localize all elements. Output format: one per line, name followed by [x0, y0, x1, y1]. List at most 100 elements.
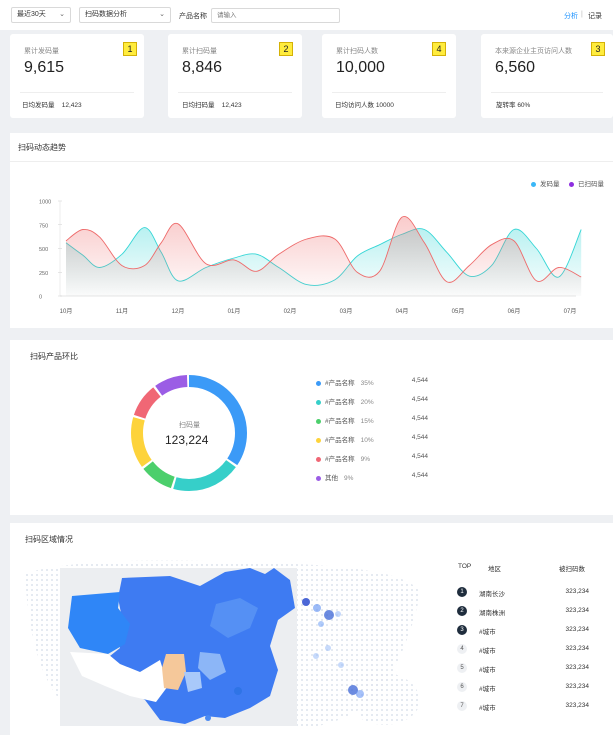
rank-count: 323,234: [565, 702, 590, 709]
record-link[interactable]: 记录: [588, 11, 602, 21]
card-badge: 3: [591, 42, 605, 56]
y-tick-label: 1000: [39, 200, 51, 206]
card-footer: 旋转率 60%: [496, 99, 530, 109]
product-input[interactable]: [211, 8, 340, 23]
region-title: 扫码区域情况: [25, 535, 73, 544]
card-divider: [178, 92, 292, 93]
legend-dot: [316, 456, 321, 462]
trend-panel: 扫码动态趋势 发码量 已扫码量 0 250 500 750 1000 10月 11月 12月 0…: [10, 133, 613, 328]
legend-name: #产品名称: [325, 437, 355, 444]
rank-count: 323,234: [565, 664, 590, 671]
rank-number: 4: [457, 644, 467, 654]
card-title: 本来源企业主页访问人数: [495, 48, 572, 55]
chevron-down-icon: ⌄: [59, 11, 65, 18]
donut-center-value: 123,224: [165, 433, 209, 447]
product-label: 产品名称: [179, 13, 207, 20]
rank-row[interactable]: 1 湖南长沙 323,234: [455, 586, 595, 600]
donut-panel: 扫码产品环比 扫码量 123,224 #产品名称 35% 4,544 #产品名称 20%…: [10, 340, 613, 515]
legend-value: 4,544: [411, 415, 428, 422]
chevron-down-icon: ⌄: [159, 11, 165, 18]
rank-row[interactable]: 3 #城市 323,234: [455, 624, 595, 638]
rank-count: 323,234: [565, 645, 590, 652]
card-title: 累计扫码人数: [336, 48, 378, 55]
x-tick-label: 05月: [452, 308, 465, 315]
card-value: 6,560: [495, 59, 536, 76]
legend-percent: 9%: [344, 475, 354, 482]
donut-legend-item[interactable]: #产品名称 10% 4,544: [316, 434, 436, 444]
rank-region: #城市: [479, 667, 496, 674]
donut-legend-item[interactable]: 其他 9% 4,544: [316, 472, 436, 482]
legend-name: #产品名称: [325, 380, 355, 387]
rank-count: 323,234: [565, 588, 590, 595]
rank-row[interactable]: 5 #城市 323,234: [455, 662, 595, 676]
legend-value: 4,544: [411, 472, 428, 479]
stat-card-visitors: 累计扫码人数 10,000 4 日均访问人数 10000: [322, 34, 456, 118]
legend-value: 4,544: [411, 453, 428, 460]
legend-name: 其他: [325, 475, 338, 482]
card-value: 9,615: [24, 59, 65, 76]
legend-dot: [316, 399, 321, 405]
card-footer-label: 日均访问人数: [335, 102, 374, 109]
donut-title: 扫码产品环比: [30, 352, 78, 361]
rank-region: 湖南株洲: [479, 610, 505, 617]
card-footer-value: 12,423: [61, 102, 82, 109]
donut-legend-item[interactable]: #产品名称 35% 4,544: [316, 377, 436, 387]
rank-region: #城市: [479, 648, 496, 655]
col-header-top: TOP: [458, 563, 472, 570]
card-badge: 2: [279, 42, 293, 56]
y-tick-label: 750: [39, 223, 48, 229]
card-footer: 日均访问人数 10000: [335, 99, 394, 109]
donut-legend-item[interactable]: #产品名称 20% 4,544: [316, 396, 436, 406]
card-divider: [20, 92, 134, 93]
legend-name: #产品名称: [325, 418, 355, 425]
x-tick-label: 06月: [508, 308, 521, 315]
x-tick-label: 03月: [340, 308, 353, 315]
map-markers: [302, 598, 364, 698]
rank-row[interactable]: 6 #城市 323,234: [455, 681, 595, 695]
card-footer-value: 60%: [517, 102, 531, 109]
legend-dot: [316, 475, 321, 481]
card-value: 8,846: [182, 59, 223, 76]
rank-row[interactable]: 7 #城市 323,234: [455, 700, 595, 714]
analysis-link[interactable]: 分析: [564, 11, 578, 21]
legend-dot: [316, 380, 321, 386]
donut-legend-item[interactable]: #产品名称 15% 4,544: [316, 415, 436, 425]
rank-number: 6: [457, 682, 467, 692]
card-title: 累计扫码量: [182, 48, 217, 55]
card-badge: 4: [432, 42, 446, 56]
x-tick-label: 02月: [284, 308, 297, 315]
y-tick-label: 0: [39, 295, 42, 301]
rank-count: 323,234: [565, 626, 590, 633]
rank-number: 5: [457, 663, 467, 673]
legend-percent: 35%: [360, 380, 374, 387]
rank-row[interactable]: 2 湖南株洲 323,234: [455, 605, 595, 619]
legend-value: 4,544: [411, 396, 428, 403]
filter-bar: 最近30天 ⌄ 扫码数据分析 ⌄ 产品名称 分析 | 记录: [0, 0, 613, 30]
stat-card-scans: 累计扫码量 8,846 2 日均扫码量 12,423: [168, 34, 302, 118]
analysis-select[interactable]: 扫码数据分析 ⌄: [79, 7, 171, 23]
legend-value: 4,544: [411, 377, 428, 384]
legend-name: #产品名称: [325, 456, 355, 463]
rank-region: 湖南长沙: [479, 591, 505, 598]
legend-percent: 20%: [360, 399, 374, 406]
rank-region: #城市: [479, 686, 496, 693]
stat-card-issued: 累计发码量 9,615 1 日均发码量 12,423: [10, 34, 144, 118]
rank-number: 1: [457, 587, 467, 597]
legend-dot: [316, 418, 321, 424]
card-footer-label: 日均发码量: [22, 102, 55, 109]
card-footer-value: 12,423: [221, 102, 242, 109]
card-footer-value: 10000: [375, 102, 394, 109]
region-panel: 扫码区域情况 TOP 地区 被扫码数 1 湖南长沙 323,234 2 湖南株洲 323,…: [10, 523, 613, 735]
range-select[interactable]: 最近30天 ⌄: [11, 7, 71, 23]
card-value: 10,000: [336, 59, 385, 76]
card-divider: [491, 92, 603, 93]
trend-chart: 0 250 500 750 1000 10月 11月 12月 01月 02月 03月 04月 05月 06…: [39, 200, 582, 315]
rank-row[interactable]: 4 #城市 323,234: [455, 643, 595, 657]
legend-percent: 9%: [360, 456, 371, 463]
legend-dot: [316, 437, 321, 443]
china-map: [60, 568, 297, 726]
card-footer-label: 旋转率: [496, 102, 516, 109]
legend-value: 4,544: [411, 434, 428, 441]
donut-legend-item[interactable]: #产品名称 9% 4,544: [316, 453, 436, 463]
card-divider: [332, 92, 446, 93]
